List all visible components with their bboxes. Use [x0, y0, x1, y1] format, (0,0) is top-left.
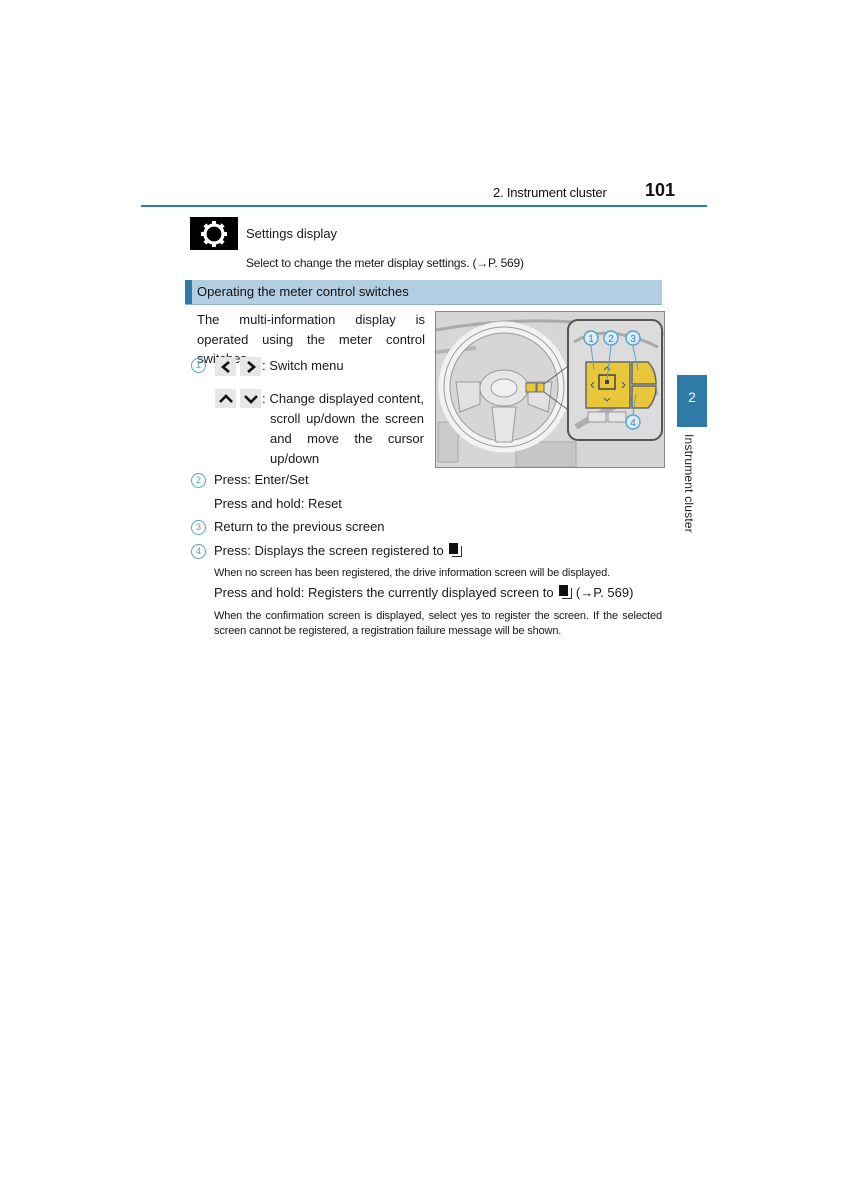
page-number: 101: [645, 180, 676, 200]
chapter-tab-label: Instrument cluster: [682, 434, 696, 533]
item-4-press-text: Press: Displays the screen registered to: [214, 543, 444, 558]
settings-display-title: Settings display: [246, 226, 338, 241]
left-arrow-icon: [215, 357, 236, 376]
item-4-hold-note: When the confirmation screen is displaye…: [214, 610, 662, 637]
registered-screen-icon: [559, 585, 573, 599]
figure-callout-1-label: 1: [588, 334, 594, 345]
item-4-hold-reference: (→P. 569): [575, 585, 634, 600]
section-heading-text: Operating the meter control switches: [197, 284, 409, 299]
item-3-text: Return to the previous screen: [214, 519, 385, 534]
item-1-change-content-text: : Change displayed content, scroll up/do…: [262, 391, 424, 466]
figure-callout-3-label: 3: [630, 334, 636, 345]
callout-number-3: 3: [191, 520, 206, 535]
item-4-hold-line: Press and hold: Registers the currently …: [214, 585, 633, 600]
right-arrow-icon: [240, 357, 261, 376]
callout-number-1: 1: [191, 358, 206, 373]
up-arrow-icon: [215, 389, 236, 408]
item-2-press-text: Press: Enter/Set: [214, 472, 309, 487]
callout-number-2: 2: [191, 473, 206, 488]
section-heading-accent: [185, 280, 192, 304]
section-heading: Operating the meter control switches: [185, 280, 662, 305]
header-section-title: 2. Instrument cluster: [493, 185, 607, 200]
callout-number-4: 4: [191, 544, 206, 559]
item-4-press-line: Press: Displays the screen registered to: [214, 543, 463, 558]
chapter-tab[interactable]: 2: [677, 375, 707, 427]
item-4-press-note: When no screen has been registered, the …: [214, 567, 610, 579]
header-divider: [141, 205, 707, 207]
figure-callout-4-label: 4: [630, 418, 636, 429]
registered-screen-icon: [449, 543, 463, 557]
down-arrow-icon: [240, 389, 261, 408]
item-4-hold-text: Press and hold: Registers the currently …: [214, 585, 554, 600]
item-1-switch-menu-text: : Switch menu: [262, 358, 344, 373]
steering-wheel-illustration: 1 2 3 4: [435, 311, 665, 468]
settings-display-description: Select to change the meter display setti…: [246, 256, 524, 270]
item-2-hold-text: Press and hold: Reset: [214, 496, 342, 511]
gear-icon: [190, 217, 238, 250]
figure-callout-2-label: 2: [608, 334, 614, 345]
